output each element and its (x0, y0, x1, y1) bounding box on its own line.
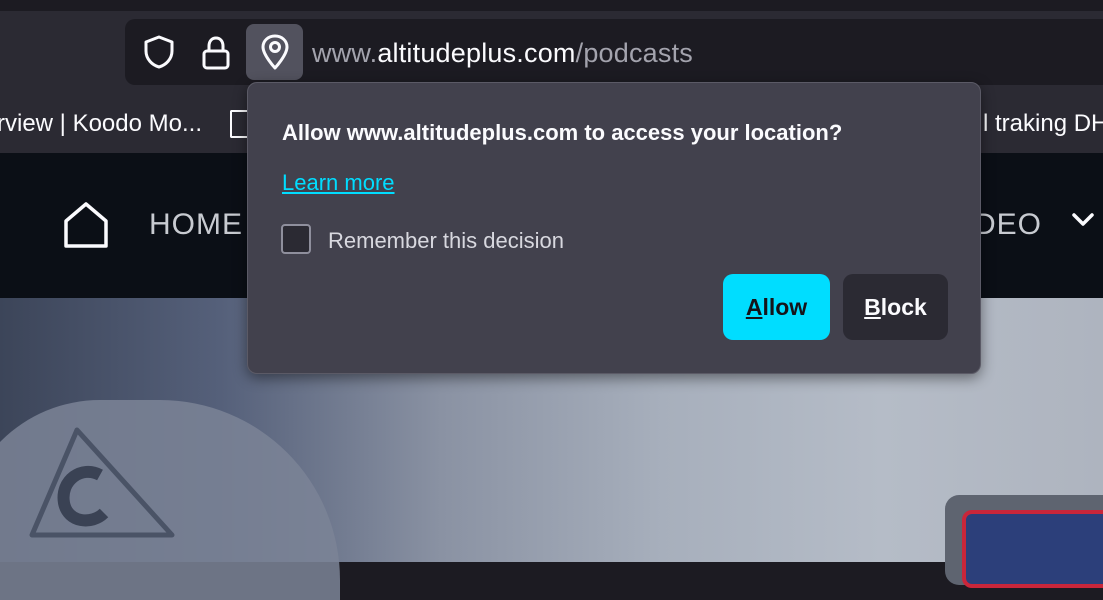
lock-icon[interactable] (201, 36, 231, 70)
nav-item-home[interactable]: HOME (149, 208, 243, 242)
url-domain: altitudeplus.com (377, 38, 576, 68)
allow-accel: A (745, 293, 763, 320)
hero-badge-inner (962, 510, 1103, 588)
popup-title: Allow www.altitudeplus.com to access you… (282, 120, 843, 145)
window-top-strip (0, 0, 1103, 11)
location-pin-icon (261, 34, 288, 70)
chevron-down-icon[interactable] (1071, 212, 1095, 233)
bookmark-item-koodo[interactable]: rview | Koodo Mo... (0, 110, 202, 138)
location-permission-button[interactable] (246, 24, 303, 80)
allow-button[interactable]: Allow (723, 274, 830, 340)
tracking-protection-shield-icon[interactable] (143, 35, 175, 69)
alumni-logo-icon (22, 425, 192, 567)
nav-item-video[interactable]: DEO (974, 208, 1042, 242)
url-text[interactable]: www.altitudeplus.com/podcasts (312, 38, 693, 69)
remember-decision-label[interactable]: Remember this decision (328, 228, 564, 254)
remember-decision-checkbox[interactable] (281, 224, 311, 254)
block-button[interactable]: Block (843, 274, 948, 340)
bookmark-item-tracking[interactable]: l traking DH (983, 110, 1103, 138)
home-icon[interactable] (62, 201, 110, 254)
block-accel: B (864, 293, 881, 320)
block-label: lock (880, 293, 927, 320)
url-path: /podcasts (575, 38, 693, 68)
allow-label: llow (762, 293, 808, 320)
url-prefix: www. (312, 38, 378, 68)
learn-more-link[interactable]: Learn more (282, 170, 395, 196)
